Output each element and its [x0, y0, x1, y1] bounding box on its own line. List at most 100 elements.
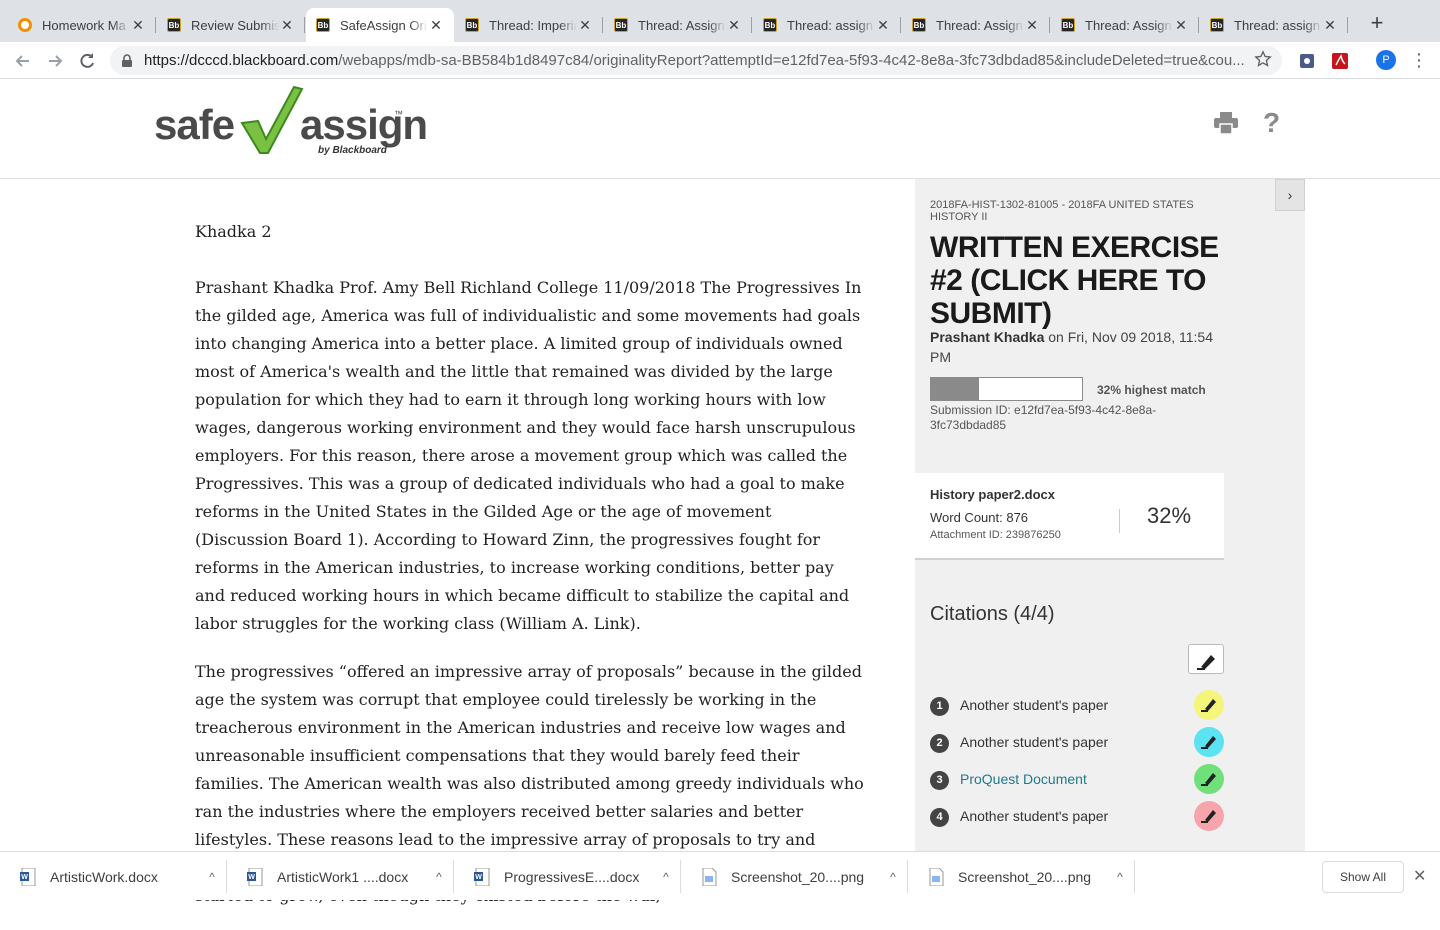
word-file-icon: W: [474, 867, 490, 886]
submission-info: Prashant Khadka on Fri, Nov 09 2018, 11:…: [930, 327, 1230, 367]
citation-row[interactable]: 2 Another student's paper: [930, 727, 1230, 757]
download-options-chevron-icon[interactable]: ^: [1105, 870, 1135, 884]
logo-byline: by Blackboard: [318, 145, 387, 156]
citation-source: Another student's paper: [960, 697, 1109, 713]
citation-highlight-button[interactable]: [1194, 764, 1224, 794]
tab-title: Review Submis: [191, 17, 279, 33]
svg-text:W: W: [248, 874, 255, 881]
attachment-card[interactable]: History paper2.docx Word Count: 876 Atta…: [915, 473, 1224, 560]
submission-id: Submission ID: e12fd7ea-5f93-4c42-8e8a-3…: [930, 403, 1157, 432]
browser-tab[interactable]: Bb SafeAssign Ori ✕: [306, 8, 454, 42]
download-options-chevron-icon[interactable]: ^: [424, 870, 454, 884]
help-icon[interactable]: ?: [1263, 107, 1280, 139]
download-item[interactable]: Screenshot_20....png ^: [908, 852, 1135, 901]
blackboard-favicon-icon: Bb: [167, 18, 181, 32]
highlighter-icon: [1201, 810, 1216, 823]
logo-text-safe: safe: [154, 101, 235, 148]
close-tab-icon[interactable]: ✕: [577, 17, 593, 34]
download-filename: Screenshot_20....png: [958, 868, 1092, 885]
tab-title: Thread: assign: [787, 17, 873, 33]
show-all-downloads-button[interactable]: Show All: [1322, 861, 1404, 893]
tab-separator: [751, 17, 752, 33]
course-name: 2018FA-HIST-1302-81005 - 2018FA UNITED S…: [930, 199, 1194, 223]
citation-number: 2: [930, 734, 949, 753]
forward-arrow-icon[interactable]: [44, 50, 66, 72]
checkmark-icon: [240, 85, 304, 154]
citation-source: Another student's paper: [960, 808, 1109, 824]
download-item[interactable]: W ArtisticWork.docx ^: [0, 852, 227, 901]
close-shelf-icon[interactable]: ✕: [1413, 866, 1426, 886]
svg-text:W: W: [21, 874, 28, 881]
download-options-chevron-icon[interactable]: ^: [651, 870, 681, 884]
browser-tab[interactable]: Bb Thread: Assign ✕: [604, 8, 752, 42]
close-tab-icon[interactable]: ✕: [1173, 17, 1189, 34]
close-tab-icon[interactable]: ✕: [428, 17, 444, 34]
assignment-title: WRITTEN EXERCISE #2 (CLICK HERE TO SUBMI…: [930, 231, 1219, 330]
pdf-extension-icon[interactable]: [1331, 52, 1349, 70]
download-options-chevron-icon[interactable]: ^: [197, 870, 227, 884]
download-filename: Screenshot_20....png: [731, 868, 865, 885]
collapse-panel-button[interactable]: ›: [1275, 179, 1305, 211]
highlight-all-button[interactable]: [1188, 644, 1224, 674]
svg-text:W: W: [475, 874, 482, 881]
reload-icon[interactable]: [76, 50, 98, 72]
blackboard-favicon-icon: Bb: [316, 18, 330, 32]
download-filename: ProgressivesE....docx: [504, 868, 640, 885]
url-path: /webapps/mdb-sa-BB584b1d8497c84/original…: [338, 52, 1245, 69]
citation-highlight-button[interactable]: [1194, 727, 1224, 757]
citation-row[interactable]: 3 ProQuest Document: [930, 764, 1230, 794]
close-tab-icon[interactable]: ✕: [726, 17, 742, 34]
close-tab-icon[interactable]: ✕: [1024, 17, 1040, 34]
browser-tab[interactable]: Bb Thread: Assign ✕: [1051, 8, 1199, 42]
download-options-chevron-icon[interactable]: ^: [878, 870, 908, 884]
browser-tab[interactable]: Bb Review Submis ✕: [157, 8, 305, 42]
download-item[interactable]: W ProgressivesE....docx ^: [454, 852, 681, 901]
address-bar[interactable]: https://dcccd.blackboard.com/webapps/mdb…: [110, 46, 1282, 75]
tab-separator: [304, 17, 305, 33]
citations-heading: Citations (4/4): [930, 603, 1055, 625]
close-tab-icon[interactable]: ✕: [279, 17, 295, 34]
browser-tab[interactable]: Bb Thread: Assign ✕: [902, 8, 1050, 42]
close-tab-icon[interactable]: ✕: [875, 17, 891, 34]
print-icon[interactable]: [1214, 112, 1238, 134]
card-divider: [1119, 509, 1120, 533]
close-tab-icon[interactable]: ✕: [1322, 17, 1338, 34]
download-item[interactable]: W ArtisticWork1 ....docx ^: [227, 852, 454, 901]
browser-tab[interactable]: Bb Thread: assign ✕: [753, 8, 901, 42]
citation-row[interactable]: 4 Another student's paper: [930, 801, 1230, 831]
citation-highlight-button[interactable]: [1194, 690, 1224, 720]
homework-favicon-icon: [18, 18, 32, 32]
logo-text-assign: assign: [300, 101, 428, 148]
citation-highlight-button[interactable]: [1194, 801, 1224, 831]
url-host: https://dcccd.blackboard.com: [144, 52, 339, 69]
tab-title: SafeAssign Ori: [340, 17, 427, 33]
citation-source[interactable]: ProQuest Document: [960, 771, 1087, 787]
tab-title: Thread: Assign: [936, 17, 1023, 33]
highlighter-icon: [1197, 655, 1215, 670]
browser-tab[interactable]: Bb Thread: Imperia ✕: [455, 8, 603, 42]
browser-tab[interactable]: Homework Ma ✕: [8, 8, 156, 42]
tab-title: Thread: assign: [1234, 17, 1320, 33]
new-tab-button[interactable]: +: [1366, 12, 1388, 34]
bookmark-star-icon[interactable]: [1254, 50, 1272, 68]
attachment-match-percent: 32%: [1147, 503, 1192, 528]
profile-avatar[interactable]: P: [1376, 50, 1396, 70]
citation-row[interactable]: 1 Another student's paper: [930, 690, 1230, 720]
citation-source: Another student's paper: [960, 734, 1109, 750]
word-file-icon: W: [20, 867, 36, 886]
report-side-panel: › 2018FA-HIST-1302-81005 - 2018FA UNITED…: [915, 179, 1305, 851]
citation-number: 4: [930, 808, 949, 827]
browser-tab[interactable]: Bb Thread: assign ✕: [1200, 8, 1348, 42]
blackboard-favicon-icon: Bb: [912, 18, 926, 32]
tab-separator: [1347, 17, 1348, 33]
highlighter-icon: [1201, 736, 1216, 749]
word-file-icon: W: [247, 867, 263, 886]
browser-menu-icon[interactable]: ⋮: [1410, 50, 1428, 70]
paper-paragraph: Prashant Khadka Prof. Amy Bell Richland …: [195, 278, 862, 633]
attachment-id: Attachment ID: 239876250: [930, 529, 1061, 541]
extension-puzzle-icon[interactable]: [1298, 52, 1316, 70]
back-arrow-icon[interactable]: [12, 50, 34, 72]
image-file-icon: [702, 867, 717, 886]
close-tab-icon[interactable]: ✕: [130, 17, 146, 34]
download-item[interactable]: Screenshot_20....png ^: [681, 852, 908, 901]
